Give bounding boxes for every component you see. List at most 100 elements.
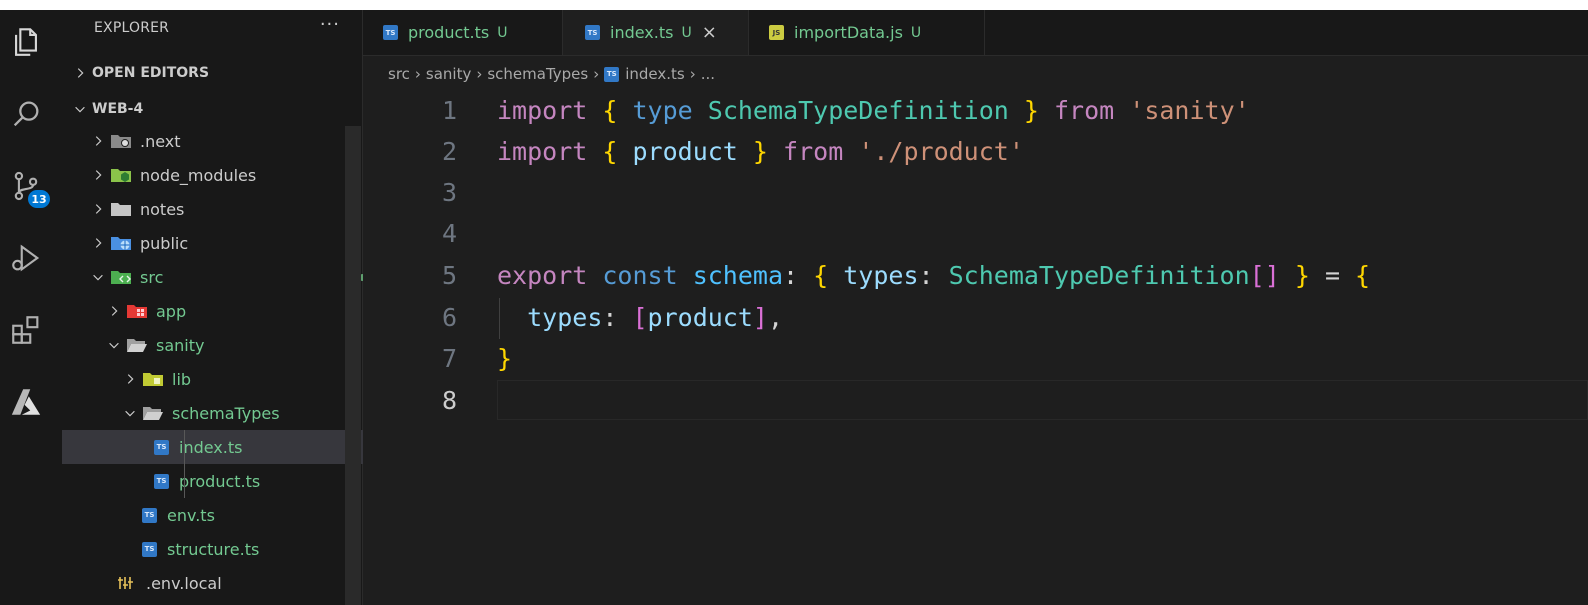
chevron-down-icon bbox=[122, 405, 138, 421]
search-icon[interactable] bbox=[0, 88, 52, 140]
ts-file-icon: TS bbox=[154, 473, 169, 489]
chevron-right-icon: › bbox=[414, 65, 421, 83]
ts-file-icon: TS bbox=[604, 66, 620, 82]
folder-next-icon bbox=[110, 133, 132, 149]
line-number: 2 bbox=[441, 137, 457, 166]
chevron-right-icon bbox=[90, 167, 106, 183]
chevron-right-icon: › bbox=[593, 65, 600, 83]
breadcrumb-item[interactable]: index.ts bbox=[625, 65, 685, 83]
tree-label: .env.local bbox=[146, 573, 222, 593]
tree-label: lib bbox=[172, 369, 192, 389]
folder-lib-icon bbox=[142, 371, 164, 387]
tab-status: U bbox=[681, 24, 692, 41]
tree-folder-notes[interactable]: notes bbox=[62, 192, 390, 226]
close-tab-button[interactable]: × bbox=[702, 22, 717, 43]
code-content: types: [product], bbox=[527, 303, 784, 332]
explorer-title: EXPLORER bbox=[94, 20, 170, 36]
editor-tab-bar: TS product.ts U TS index.ts U × JS impor… bbox=[363, 10, 1588, 56]
tab-status: U bbox=[497, 24, 508, 41]
chevron-down-icon bbox=[106, 337, 122, 353]
folder-open-icon bbox=[126, 337, 148, 353]
tab-importdata-js[interactable]: JS importData.js U bbox=[749, 10, 985, 55]
code-content: } bbox=[497, 344, 513, 373]
tab-product-ts[interactable]: TS product.ts U bbox=[363, 10, 563, 55]
chevron-right-icon: › bbox=[476, 65, 483, 83]
chevron-right-icon bbox=[90, 133, 106, 149]
code-line-3[interactable]: 3 bbox=[363, 172, 1588, 213]
open-editors-label: OPEN EDITORS bbox=[92, 65, 210, 81]
folder-icon bbox=[110, 201, 132, 217]
run-debug-icon[interactable] bbox=[0, 232, 52, 284]
code-content: export const schema: { types: SchemaType… bbox=[497, 261, 1371, 290]
line-number: 7 bbox=[441, 344, 457, 373]
ts-file-icon: TS bbox=[142, 541, 157, 557]
line-number: 8 bbox=[441, 386, 457, 415]
extensions-icon[interactable] bbox=[0, 304, 52, 356]
code-line-8[interactable]: 8 bbox=[363, 380, 1588, 421]
line-number: 1 bbox=[441, 96, 457, 125]
breadcrumb-item[interactable]: schemaTypes bbox=[487, 65, 588, 83]
window-top-strip bbox=[0, 0, 1588, 10]
breadcrumb-item[interactable]: sanity bbox=[426, 65, 471, 83]
tab-label: importData.js bbox=[794, 23, 903, 42]
ts-file-icon: TS bbox=[383, 25, 398, 40]
folder-app-icon bbox=[126, 303, 148, 319]
open-editors-section[interactable]: OPEN EDITORS bbox=[62, 56, 372, 90]
source-control-badge: 13 bbox=[28, 190, 50, 208]
tree-label: structure.ts bbox=[167, 539, 260, 559]
line-number: 6 bbox=[441, 303, 457, 332]
code-line-4[interactable]: 4 bbox=[363, 213, 1588, 254]
tree-folder-node-modules[interactable]: node_modules bbox=[62, 158, 390, 192]
folder-node-icon bbox=[110, 167, 132, 183]
tree-label: env.ts bbox=[167, 505, 215, 525]
breadcrumb-item[interactable]: src bbox=[388, 65, 410, 83]
workspace-section[interactable]: WEB-4 bbox=[62, 92, 372, 126]
source-control-icon[interactable]: 13 bbox=[0, 160, 52, 212]
ts-file-icon: TS bbox=[142, 507, 157, 523]
tree-label: app bbox=[156, 301, 187, 321]
code-editor[interactable]: 1 import { type SchemaTypeDefinition } f… bbox=[363, 88, 1588, 605]
tree-label: schemaTypes bbox=[172, 403, 280, 423]
chevron-right-icon bbox=[72, 65, 88, 81]
code-line-2[interactable]: 2 import { product } from './product' bbox=[363, 131, 1588, 172]
code-content: import { product } from './product' bbox=[497, 137, 1024, 166]
explorer-sidebar: EXPLORER ··· OPEN EDITORS WEB-4 .next no… bbox=[62, 10, 454, 605]
tree-label: product.ts bbox=[179, 471, 261, 491]
code-line-1[interactable]: 1 import { type SchemaTypeDefinition } f… bbox=[363, 90, 1588, 131]
code-line-7[interactable]: 7 } bbox=[363, 338, 1588, 379]
line-number: 4 bbox=[441, 219, 457, 248]
code-line-6[interactable]: 6 types: [product], bbox=[363, 297, 1588, 338]
tab-index-ts[interactable]: TS index.ts U × bbox=[563, 10, 749, 55]
explorer-icon[interactable] bbox=[0, 16, 52, 68]
tree-folder-next[interactable]: .next bbox=[62, 124, 390, 158]
js-file-icon: JS bbox=[769, 25, 784, 40]
tree-folder-public[interactable]: public bbox=[62, 226, 390, 260]
tab-label: product.ts bbox=[408, 23, 490, 42]
folder-open-icon bbox=[142, 405, 164, 421]
activity-bar: 13 bbox=[0, 10, 62, 605]
chevron-right-icon bbox=[106, 303, 122, 319]
more-actions-button[interactable]: ··· bbox=[320, 14, 340, 35]
chevron-right-icon bbox=[90, 201, 106, 217]
tab-status: U bbox=[910, 24, 922, 41]
chevron-down-icon bbox=[90, 269, 106, 285]
code-content: import { type SchemaTypeDefinition } fro… bbox=[497, 96, 1250, 125]
tree-folder-src[interactable]: src bbox=[62, 260, 390, 294]
code-line-5[interactable]: 5 export const schema: { types: SchemaTy… bbox=[363, 255, 1588, 296]
tree-label: public bbox=[140, 233, 189, 253]
tree-label: index.ts bbox=[179, 437, 243, 457]
ts-file-icon: TS bbox=[154, 439, 169, 455]
indent-guide bbox=[184, 430, 185, 498]
chevron-down-icon bbox=[72, 101, 88, 117]
workspace-label: WEB-4 bbox=[92, 101, 144, 117]
chevron-right-icon bbox=[90, 235, 106, 251]
tree-label: src bbox=[140, 267, 164, 287]
chevron-right-icon bbox=[122, 371, 138, 387]
azure-icon[interactable] bbox=[0, 376, 52, 428]
tree-label: sanity bbox=[156, 335, 205, 355]
breadcrumb: src › sanity › schemaTypes › TS index.ts… bbox=[388, 63, 715, 85]
sidebar-scrollbar[interactable] bbox=[345, 126, 361, 605]
line-number: 5 bbox=[441, 261, 457, 290]
breadcrumb-item[interactable]: ... bbox=[701, 65, 715, 83]
ts-file-icon: TS bbox=[585, 25, 600, 40]
